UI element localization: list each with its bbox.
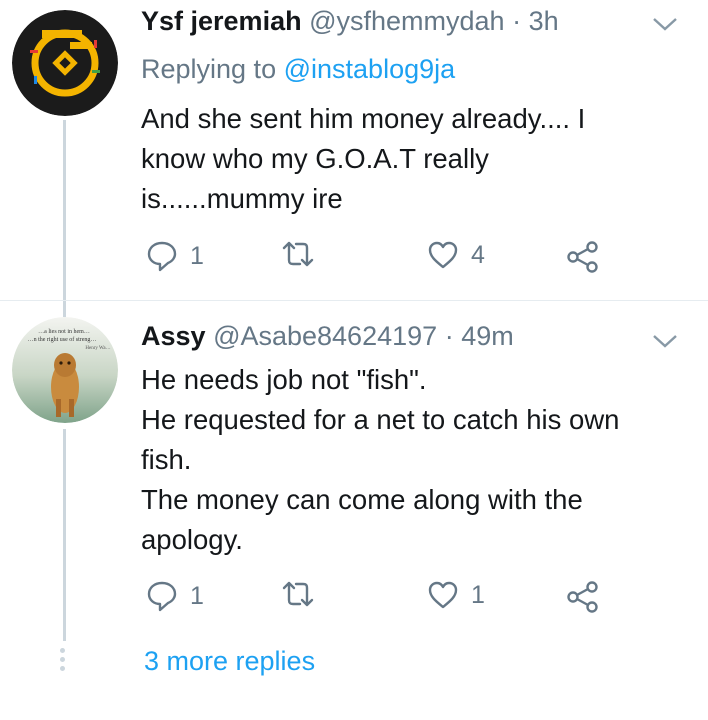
tweet-text-line: is......mummy ire [141, 183, 343, 214]
reply-count: 1 [190, 241, 204, 270]
reply-button[interactable]: 1 [146, 580, 204, 612]
separator-dot: · [444, 321, 454, 351]
like-button[interactable]: 4 [427, 240, 485, 270]
share-icon [567, 581, 598, 613]
more-replies-link[interactable]: 3 more replies [144, 643, 315, 679]
thread-line [63, 120, 66, 315]
tweet-text: He needs job not "fish". He requested fo… [141, 360, 681, 560]
user-handle[interactable]: @ysfhemmydah [309, 6, 504, 36]
thread-ellipsis-icon [60, 648, 65, 675]
action-bar: 1 4 [141, 240, 611, 280]
tweet-text-line: The money can come along with the [141, 484, 583, 515]
tweet-header: Ysf jeremiah @ysfhemmydah · 3h [141, 4, 559, 38]
share-icon [567, 241, 598, 273]
reply-icon [147, 241, 177, 272]
user-handle[interactable]: @Asabe84624197 [213, 321, 437, 351]
tweet-text: And she sent him money already.... I kno… [141, 99, 681, 219]
thread-line [63, 429, 66, 641]
retweet-icon [282, 581, 314, 607]
tweet-header: Assy @Asabe84624197 · 49m [141, 319, 514, 353]
heart-icon [428, 241, 458, 269]
tweet-text-line: And she sent him money already.... I [141, 103, 586, 134]
like-button[interactable]: 1 [427, 580, 485, 610]
action-bar: 1 1 [141, 580, 611, 620]
avatar-caption: …a lies not in hem… [38, 329, 90, 335]
tweet-text-line: fish. [141, 444, 192, 475]
retweet-button[interactable] [280, 240, 328, 268]
share-button[interactable] [566, 240, 600, 274]
like-count: 1 [471, 580, 485, 609]
tweet-text-line: He requested for a net to catch his own [141, 404, 620, 435]
heart-icon [428, 581, 458, 609]
reply-button[interactable]: 1 [146, 240, 204, 272]
chevron-down-icon[interactable] [652, 16, 678, 37]
lion-photo-avatar-icon: …a lies not in hem… …n the right use of … [12, 317, 118, 423]
avatar-caption: Henry Wa… [85, 346, 110, 351]
reply-icon [147, 581, 177, 612]
retweet-button[interactable] [280, 580, 328, 608]
display-name[interactable]: Assy [141, 321, 206, 351]
display-name[interactable]: Ysf jeremiah [141, 6, 302, 36]
reply-count: 1 [190, 581, 204, 610]
chevron-down-icon[interactable] [652, 333, 678, 354]
avatar[interactable]: …a lies not in hem… …n the right use of … [12, 317, 118, 423]
replying-to-prefix: Replying to [141, 54, 277, 84]
tweet-text-line: know who my G.O.A.T really [141, 143, 489, 174]
retweet-icon [282, 241, 314, 267]
avatar[interactable] [12, 10, 118, 116]
tweet-ysf-jeremiah[interactable]: Ysf jeremiah @ysfhemmydah · 3h Replying … [0, 0, 708, 315]
timestamp[interactable]: 49m [461, 321, 514, 351]
tweet-assy[interactable]: …a lies not in hem… …n the right use of … [0, 301, 708, 641]
like-count: 4 [471, 240, 485, 269]
replying-to-link[interactable]: @instablog9ja [284, 54, 456, 84]
tweet-text-line: He needs job not "fish". [141, 364, 427, 395]
replying-to: Replying to @instablog9ja [141, 52, 455, 86]
separator-dot: · [512, 6, 522, 36]
yellow-logo-avatar-icon [12, 10, 118, 116]
avatar-caption: …n the right use of streng… [28, 336, 97, 343]
timestamp[interactable]: 3h [529, 6, 559, 36]
thread-line [63, 301, 66, 317]
tweet-text-line: apology. [141, 524, 243, 555]
share-button[interactable] [566, 580, 600, 614]
